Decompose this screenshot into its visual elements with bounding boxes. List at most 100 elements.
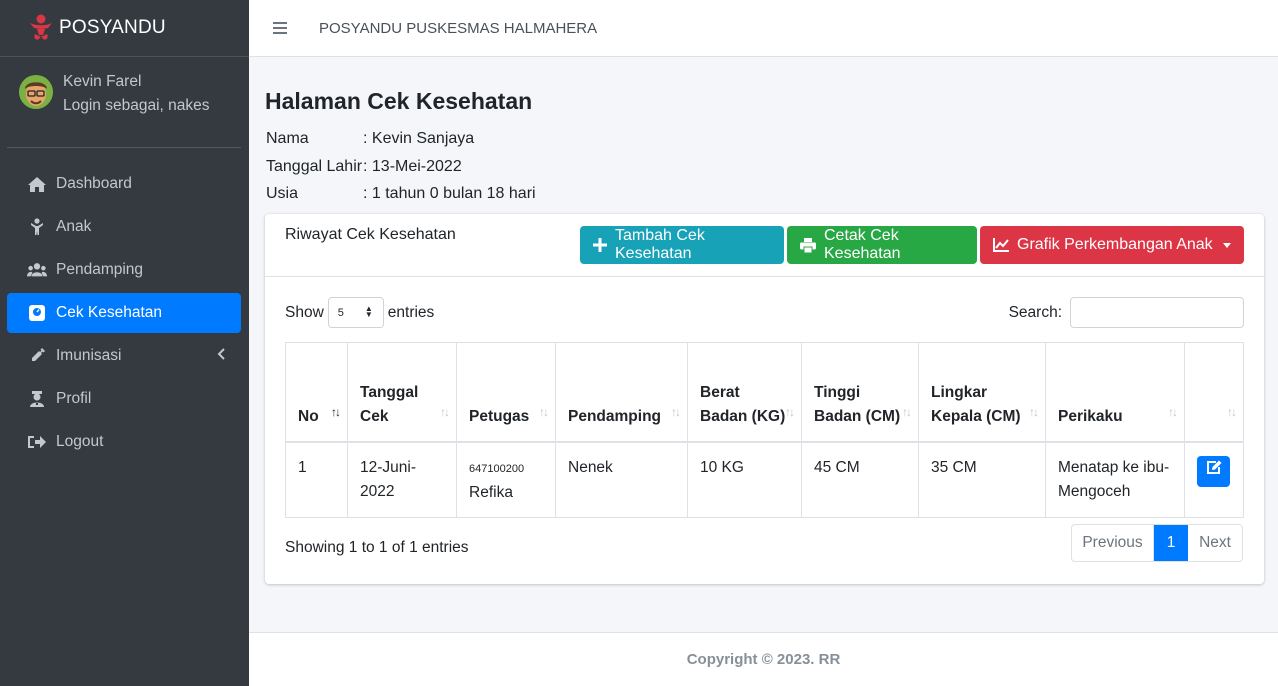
sidebar-item-profil[interactable]: Profil: [7, 379, 241, 419]
copyright-text: Copyright © 2023. RR: [686, 651, 841, 668]
edit-button[interactable]: [1197, 455, 1230, 487]
print-icon: [800, 237, 816, 253]
cell-action: [1184, 441, 1244, 518]
health-history-card: Riwayat Cek Kesehatan Tambah Cek Kesehat…: [265, 214, 1264, 584]
sort-asc-icon: ↑↓: [331, 404, 341, 419]
petugas-id: 647100200: [469, 462, 525, 475]
table-search: Search:: [1009, 297, 1244, 328]
info-label: Tanggal Lahir: [266, 157, 363, 175]
cell-lingkar: 35 CM: [918, 441, 1046, 518]
syringe-icon: [27, 347, 47, 365]
column-header-no[interactable]: No ↑↓: [285, 342, 348, 443]
sort-icon: ↑↓: [539, 404, 549, 419]
sidebar-item-cek-kesehatan[interactable]: Cek Kesehatan: [7, 293, 241, 333]
sidebar-item-label: Cek Kesehatan: [56, 304, 162, 321]
avatar[interactable]: [19, 75, 53, 109]
column-label: Tanggal Cek: [360, 383, 419, 425]
user-panel: Kevin Farel Login sebagai, nakes: [7, 57, 241, 148]
sort-icon: ↑↓: [1029, 404, 1039, 419]
sidebar-item-label: Profil: [56, 390, 92, 407]
cell-perilaku: Menatap ke ibu-Mengoceh: [1045, 441, 1185, 518]
info-value: : 13-Mei-2022: [363, 157, 462, 175]
column-label: Tinggi Badan (CM): [814, 383, 901, 425]
entries-select[interactable]: 5 ▲ ▼: [327, 297, 384, 328]
petugas-name: Refika: [469, 483, 513, 501]
info-label: Nama: [266, 130, 309, 147]
pagination: Previous 1 Next: [1071, 524, 1243, 562]
cell-petugas: 647100200 Refika: [456, 441, 556, 518]
sidebar: POSYANDU Kevin Farel Login sebagai, nake…: [0, 0, 249, 686]
cell-no: 1: [285, 441, 348, 518]
info-row-tanggal-lahir: Tanggal Lahir : 13-Mei-2022: [266, 153, 536, 181]
entries-select-value: 5: [337, 306, 344, 319]
column-header-lingkar-kepala[interactable]: Lingkar Kepala (CM) ↑↓: [918, 342, 1046, 443]
entries-label: entries: [387, 303, 435, 321]
sort-icon: ↑↓: [671, 404, 681, 419]
sidebar-item-label: Anak: [56, 218, 92, 235]
search-input[interactable]: [1070, 297, 1244, 328]
info-value: : Kevin Sanjaya: [363, 130, 475, 147]
sidebar-item-label: Dashboard: [56, 175, 132, 192]
info-label: Usia: [266, 185, 299, 202]
growth-chart-label: Grafik Perkembangan Anak: [1017, 236, 1213, 253]
users-icon: [27, 261, 47, 279]
print-health-check-button[interactable]: Cetak Cek Kesehatan: [787, 226, 977, 264]
sidebar-item-label: Pendamping: [56, 261, 144, 278]
print-health-check-label: Cetak Cek Kesehatan: [824, 227, 901, 262]
growth-chart-dropdown-button[interactable]: Grafik Perkembangan Anak: [980, 226, 1244, 264]
sign-out-icon: [27, 433, 47, 451]
sort-icon: ↑↓: [440, 404, 450, 419]
top-navbar: POSYANDU PUSKESMAS HALMAHERA: [249, 0, 1278, 57]
sort-icon: ↑↓: [1168, 404, 1178, 419]
show-label: Show: [285, 303, 324, 321]
sidebar-item-dashboard[interactable]: Dashboard: [7, 164, 241, 204]
line-chart-icon: [993, 238, 1009, 252]
chevron-left-icon: [217, 348, 225, 363]
column-header-tanggal-cek[interactable]: Tanggal Cek ↑↓: [347, 342, 457, 443]
page-1-button[interactable]: 1: [1154, 525, 1188, 561]
column-header-perikaku[interactable]: Perikaku ↑↓: [1045, 342, 1185, 443]
info-row-usia: Usia : 1 tahun 0 bulan 18 hari: [266, 180, 536, 208]
sidebar-item-anak[interactable]: Anak: [7, 207, 241, 247]
plus-icon: [593, 238, 607, 252]
card-header: Riwayat Cek Kesehatan Tambah Cek Kesehat…: [265, 214, 1264, 277]
hamburger-menu-icon[interactable]: [273, 22, 287, 34]
sidebar-item-imunisasi[interactable]: Imunisasi: [7, 336, 241, 376]
column-label: No: [298, 407, 319, 425]
column-label: Perikaku: [1058, 407, 1123, 425]
add-health-check-button[interactable]: Tambah Cek Kesehatan: [580, 226, 784, 264]
user-name[interactable]: Kevin Farel: [63, 70, 210, 94]
cell-pendamping: Nenek: [555, 441, 688, 518]
header-title[interactable]: POSYANDU PUSKESMAS HALMAHERA: [319, 20, 597, 37]
home-icon: [27, 175, 47, 193]
sidebar-nav: Dashboard Anak Pendamping Cek Kesehatan …: [0, 148, 249, 462]
page-title: Halaman Cek Kesehatan: [265, 88, 533, 114]
info-value: : 1 tahun 0 bulan 18 hari: [363, 185, 536, 202]
previous-page-button[interactable]: Previous: [1072, 525, 1154, 561]
footer: Copyright © 2023. RR: [249, 632, 1278, 686]
posyandu-logo-icon: [28, 14, 54, 42]
health-check-table: No ↑↓ Tanggal Cek ↑↓ Petugas ↑↓ Pendamping ↑…: [285, 342, 1244, 518]
info-row-nama: Nama : Kevin Sanjaya: [266, 125, 536, 153]
column-label: Petugas: [469, 407, 530, 425]
column-label: Berat Badan (KG): [700, 383, 786, 425]
column-header-berat-badan[interactable]: Berat Badan (KG) ↑↓: [687, 342, 802, 443]
column-header-action[interactable]: ↑↓: [1184, 342, 1244, 443]
sidebar-item-logout[interactable]: Logout: [7, 422, 241, 462]
child-info: Nama : Kevin Sanjaya Tanggal Lahir : 13-…: [266, 125, 536, 208]
next-page-button[interactable]: Next: [1188, 525, 1242, 561]
column-header-pendamping[interactable]: Pendamping ↑↓: [555, 342, 688, 443]
user-role: Login sebagai, nakes: [63, 97, 210, 114]
column-header-tinggi-badan[interactable]: Tinggi Badan (CM) ↑↓: [801, 342, 919, 443]
cell-tinggi: 45 CM: [801, 441, 919, 518]
cell-berat: 10 KG: [687, 441, 802, 518]
sidebar-item-pendamping[interactable]: Pendamping: [7, 250, 241, 290]
sort-icon: ↑↓: [785, 404, 795, 419]
column-header-petugas[interactable]: Petugas ↑↓: [456, 342, 556, 443]
caret-down-icon[interactable]: [1210, 226, 1244, 264]
table-info: Showing 1 to 1 of 1 entries: [285, 539, 469, 556]
table-header-row: No ↑↓ Tanggal Cek ↑↓ Petugas ↑↓ Pendamping ↑…: [285, 342, 1244, 443]
brand[interactable]: POSYANDU: [0, 0, 249, 57]
card-title: Riwayat Cek Kesehatan: [285, 226, 456, 243]
search-label: Search:: [1008, 303, 1062, 321]
